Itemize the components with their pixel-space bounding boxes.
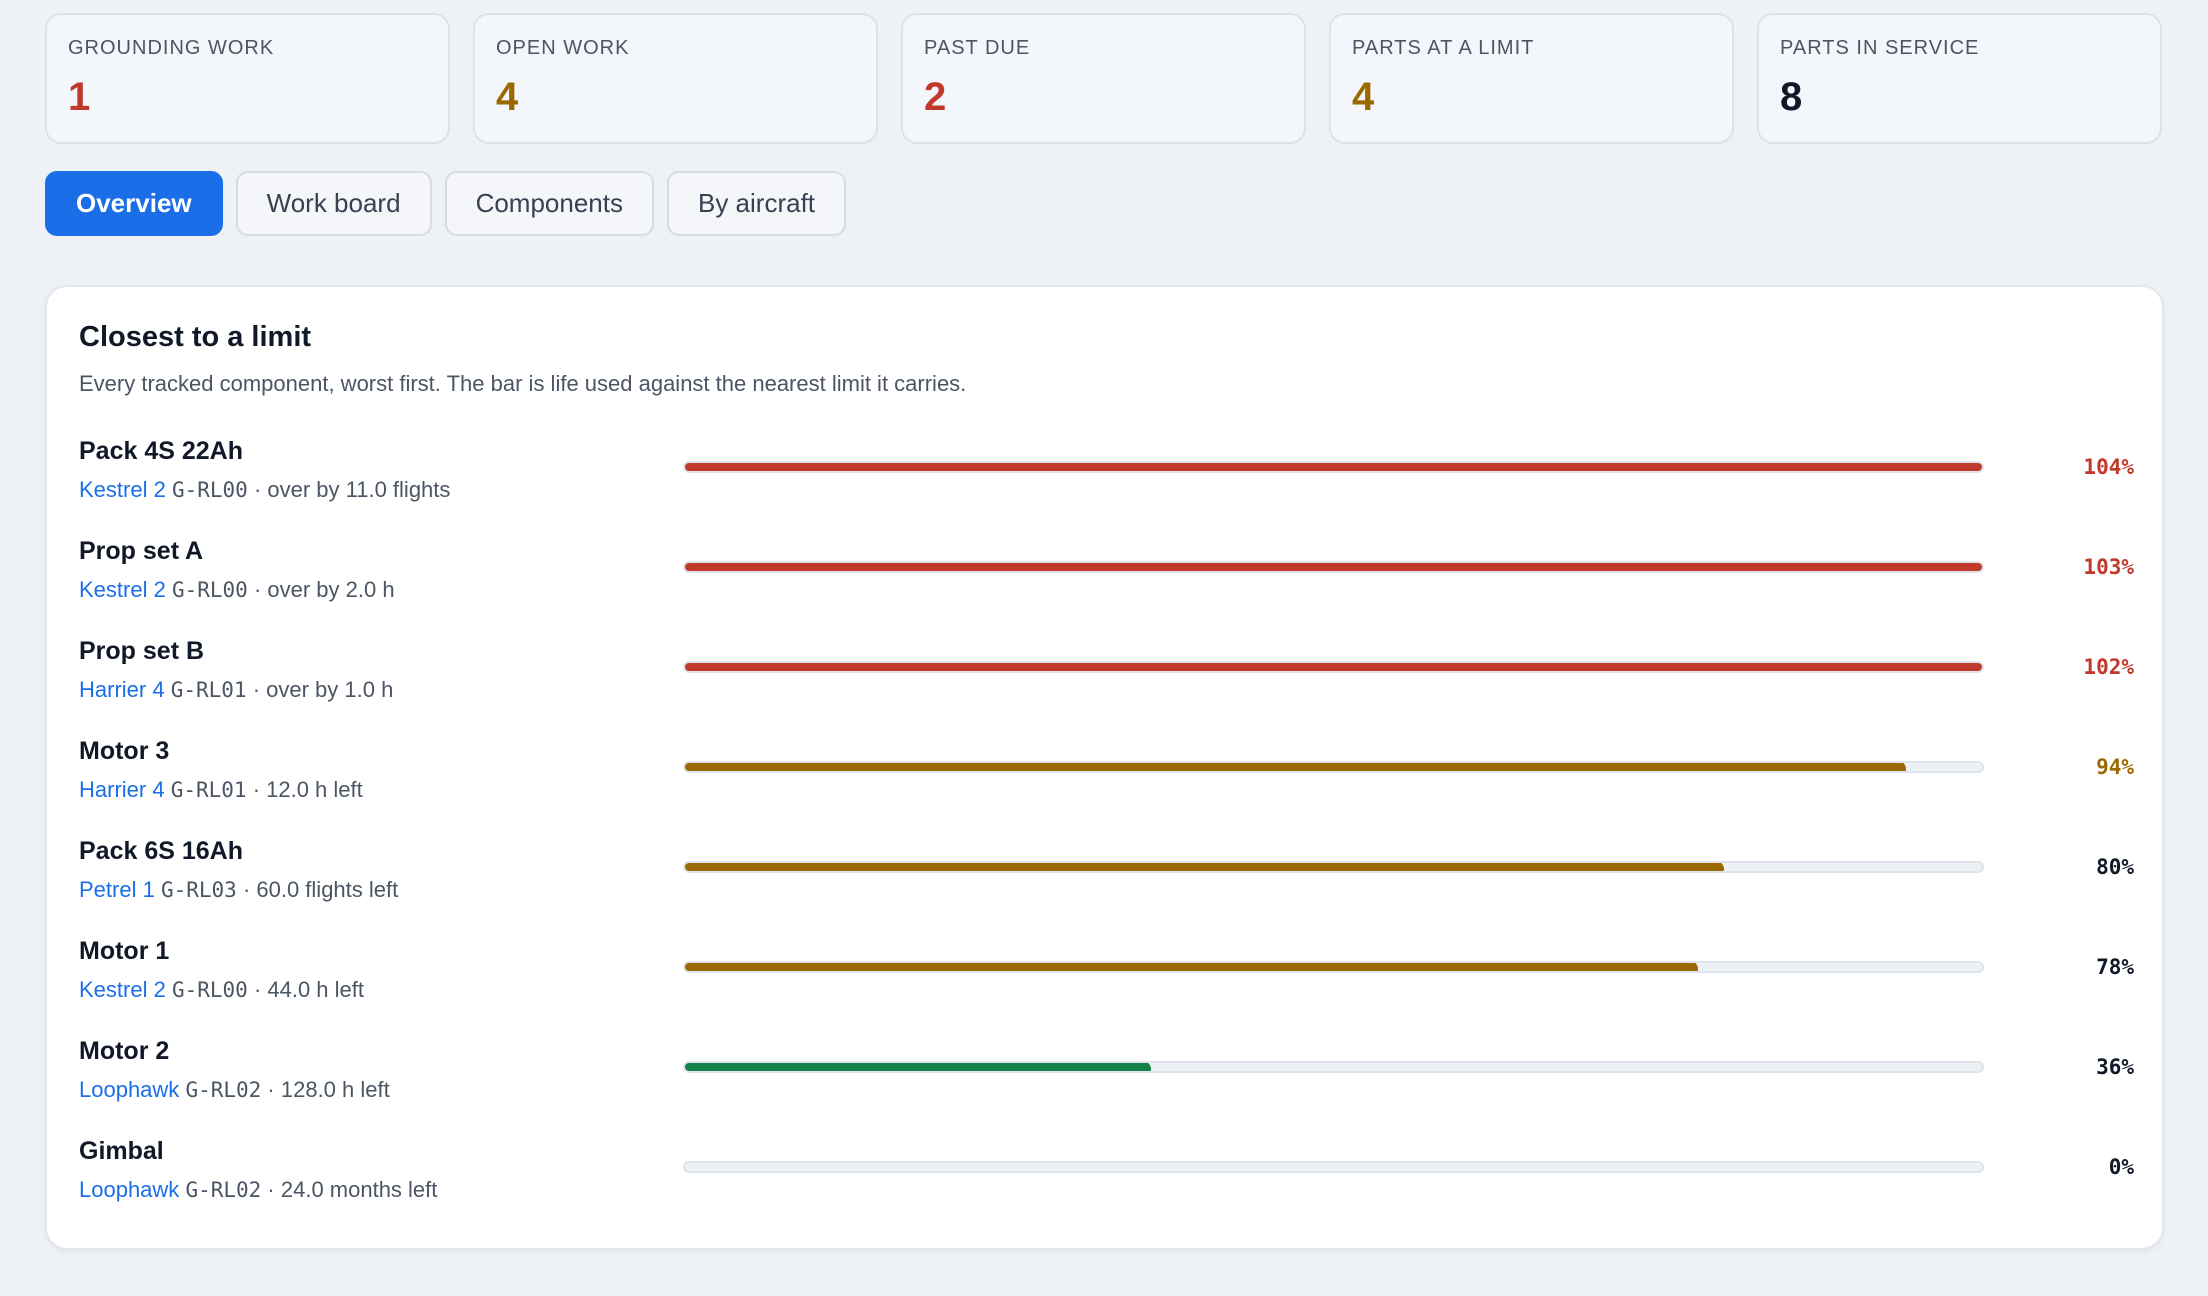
component-list: Pack 4S 22Ah Kestrel 2 G-RL00 · over by … (79, 437, 2134, 1237)
component-name: Prop set B (79, 637, 205, 665)
stat-label: GROUNDING WORK (68, 37, 275, 59)
life-used-bar (683, 561, 1984, 573)
life-used-bar (683, 1161, 1984, 1173)
tab-work-board[interactable]: Work board (235, 171, 432, 236)
limit-status: · 128.0 h left (267, 1077, 390, 1102)
tab-by-aircraft[interactable]: By aircraft (666, 171, 847, 236)
panel-title: Closest to a limit (79, 321, 312, 353)
limit-status: · over by 1.0 h (252, 677, 394, 702)
component-row: Pack 6S 16Ah Petrel 1 G-RL03 · 60.0 flig… (79, 837, 2134, 937)
aircraft-registration: G-RL02 (185, 1078, 262, 1102)
aircraft-registration: G-RL00 (171, 578, 248, 602)
life-used-percent: 94% (2096, 755, 2134, 779)
life-used-fill (685, 663, 1982, 671)
life-used-percent: 36% (2096, 1055, 2134, 1079)
life-used-fill (685, 1063, 1152, 1071)
life-used-percent: 78% (2096, 955, 2134, 979)
aircraft-link[interactable]: Kestrel 2 (79, 977, 166, 1002)
component-meta: Harrier 4 G-RL01 · 12.0 h left (79, 777, 363, 803)
life-used-percent: 80% (2096, 855, 2134, 879)
life-used-fill (685, 563, 1982, 571)
limit-status: · 12.0 h left (252, 777, 363, 802)
component-name: Pack 4S 22Ah (79, 437, 243, 465)
view-tabs: Overview Work board Components By aircra… (45, 171, 847, 236)
tab-overview[interactable]: Overview (45, 171, 223, 236)
aircraft-link[interactable]: Loophawk (79, 1077, 179, 1102)
component-meta: Loophawk G-RL02 · 24.0 months left (79, 1177, 437, 1203)
aircraft-registration: G-RL02 (185, 1178, 262, 1202)
life-used-fill (685, 763, 1906, 771)
component-meta: Kestrel 2 G-RL00 · over by 11.0 flights (79, 477, 450, 503)
limit-status: · over by 2.0 h (253, 577, 395, 602)
component-name: Motor 3 (79, 737, 170, 765)
limit-status: · 44.0 h left (253, 977, 365, 1002)
component-meta: Petrel 1 G-RL03 · 60.0 flights left (79, 877, 398, 903)
component-row: Motor 1 Kestrel 2 G-RL00 · 44.0 h left 7… (79, 937, 2134, 1037)
limit-status: · 60.0 flights left (242, 877, 399, 902)
life-used-bar (683, 761, 1984, 773)
aircraft-registration: G-RL00 (171, 978, 248, 1002)
component-row: Gimbal Loophawk G-RL02 · 24.0 months lef… (79, 1137, 2134, 1237)
aircraft-link[interactable]: Harrier 4 (79, 677, 165, 702)
stat-card-past-due[interactable]: PAST DUE 2 (901, 13, 1306, 144)
component-meta: Harrier 4 G-RL01 · over by 1.0 h (79, 677, 393, 703)
aircraft-link[interactable]: Kestrel 2 (79, 477, 166, 502)
stat-label: PAST DUE (924, 37, 1031, 59)
panel-subtitle: Every tracked component, worst first. Th… (79, 371, 967, 396)
life-used-percent: 0% (2108, 1155, 2134, 1179)
life-used-bar (683, 961, 1984, 973)
life-used-bar (683, 461, 1984, 473)
aircraft-registration: G-RL03 (160, 878, 237, 902)
component-name: Prop set A (79, 537, 204, 565)
aircraft-link[interactable]: Loophawk (79, 1177, 179, 1202)
component-name: Motor 2 (79, 1037, 170, 1065)
maintenance-dashboard: GROUNDING WORK 1 OPEN WORK 4 PAST DUE 2 … (0, 0, 2208, 1296)
limit-status: · over by 11.0 flights (253, 477, 451, 502)
component-name: Motor 1 (79, 937, 170, 965)
limit-status: · 24.0 months left (267, 1177, 438, 1202)
stat-value: 8 (1780, 75, 1803, 119)
life-used-fill (685, 863, 1724, 871)
stat-label: OPEN WORK (496, 37, 630, 59)
component-meta: Loophawk G-RL02 · 128.0 h left (79, 1077, 390, 1103)
life-used-percent: 102% (2083, 655, 2134, 679)
stat-value: 1 (68, 75, 91, 119)
life-used-fill (685, 963, 1698, 971)
life-used-percent: 103% (2083, 555, 2134, 579)
stat-label: PARTS AT A LIMIT (1352, 37, 1535, 59)
aircraft-registration: G-RL00 (171, 478, 248, 502)
stat-value: 4 (496, 75, 519, 119)
aircraft-link[interactable]: Harrier 4 (79, 777, 165, 802)
aircraft-registration: G-RL01 (170, 778, 247, 802)
component-meta: Kestrel 2 G-RL00 · 44.0 h left (79, 977, 364, 1003)
component-row: Motor 3 Harrier 4 G-RL01 · 12.0 h left 9… (79, 737, 2134, 837)
stat-card-grounding-work[interactable]: GROUNDING WORK 1 (45, 13, 450, 144)
component-meta: Kestrel 2 G-RL00 · over by 2.0 h (79, 577, 395, 603)
aircraft-link[interactable]: Petrel 1 (79, 877, 155, 902)
component-row: Prop set A Kestrel 2 G-RL00 · over by 2.… (79, 537, 2134, 637)
life-used-percent: 104% (2083, 455, 2134, 479)
component-row: Prop set B Harrier 4 G-RL01 · over by 1.… (79, 637, 2134, 737)
closest-to-limit-panel: Closest to a limit Every tracked compone… (45, 285, 2164, 1250)
stat-card-parts-at-limit[interactable]: PARTS AT A LIMIT 4 (1329, 13, 1734, 144)
stat-card-parts-in-service[interactable]: PARTS IN SERVICE 8 (1757, 13, 2162, 144)
stat-value: 4 (1352, 75, 1375, 119)
tab-components[interactable]: Components (444, 171, 654, 236)
stat-label: PARTS IN SERVICE (1780, 37, 1980, 59)
life-used-bar (683, 1061, 1984, 1073)
component-name: Gimbal (79, 1137, 164, 1165)
aircraft-link[interactable]: Kestrel 2 (79, 577, 166, 602)
stat-cards: GROUNDING WORK 1 OPEN WORK 4 PAST DUE 2 … (45, 13, 2162, 144)
life-used-bar (683, 861, 1984, 873)
life-used-fill (685, 463, 1982, 471)
component-row: Motor 2 Loophawk G-RL02 · 128.0 h left 3… (79, 1037, 2134, 1137)
component-row: Pack 4S 22Ah Kestrel 2 G-RL00 · over by … (79, 437, 2134, 537)
stat-value: 2 (924, 75, 947, 119)
aircraft-registration: G-RL01 (170, 678, 247, 702)
stat-card-open-work[interactable]: OPEN WORK 4 (473, 13, 878, 144)
life-used-bar (683, 661, 1984, 673)
component-name: Pack 6S 16Ah (79, 837, 243, 865)
